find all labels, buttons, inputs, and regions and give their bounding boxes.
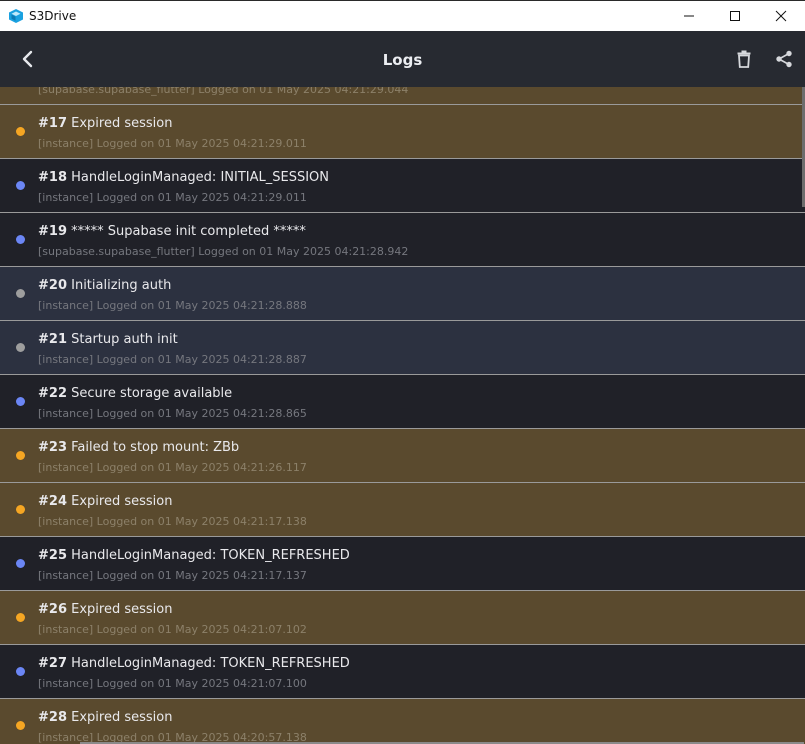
page-title: Logs — [382, 51, 423, 69]
app-bar: Logs — [0, 31, 805, 87]
log-level-dot-icon — [16, 289, 25, 298]
log-meta: [instance] Logged on 01 May 2025 04:21:0… — [38, 623, 307, 636]
log-row-partial[interactable]: [supabase.supabase_flutter] Logged on 01… — [0, 87, 805, 105]
log-level-dot-icon — [16, 235, 25, 244]
log-meta: [supabase.supabase_flutter] Logged on 01… — [38, 245, 409, 258]
log-text: HandleLoginManaged: TOKEN_REFRESHED — [71, 548, 350, 563]
trash-icon — [737, 50, 751, 68]
log-message: #21 Startup auth init — [38, 331, 178, 349]
log-message: #22 Secure storage available — [38, 385, 232, 403]
log-row[interactable]: #28 Expired session [instance] Logged on … — [0, 699, 805, 744]
minimize-icon — [684, 15, 694, 17]
log-row[interactable]: #22 Secure storage available [instance] L… — [0, 375, 805, 429]
maximize-icon — [730, 11, 740, 21]
log-row[interactable]: #25 HandleLoginManaged: TOKEN_REFRESHED [… — [0, 537, 805, 591]
log-meta: [instance] Logged on 01 May 2025 04:21:2… — [38, 461, 307, 474]
log-row[interactable]: #19 ***** Supabase init completed ***** [… — [0, 213, 805, 267]
log-level-dot-icon — [16, 559, 25, 568]
log-message: #17 Expired session — [38, 115, 172, 133]
log-level-dot-icon — [16, 343, 25, 352]
log-row[interactable]: #24 Expired session [instance] Logged on … — [0, 483, 805, 537]
log-message: #24 Expired session — [38, 493, 172, 511]
log-text: HandleLoginManaged: TOKEN_REFRESHED — [71, 656, 350, 671]
log-meta: [instance] Logged on 01 May 2025 04:21:2… — [38, 191, 307, 204]
log-number: #17 — [38, 116, 67, 131]
close-window-button[interactable] — [758, 1, 804, 31]
log-meta: [instance] Logged on 01 May 2025 04:21:2… — [38, 407, 307, 420]
share-icon — [776, 50, 792, 68]
log-number: #28 — [38, 710, 67, 725]
log-text: Expired session — [71, 710, 173, 725]
log-number: #19 — [38, 224, 67, 239]
share-logs-button[interactable] — [771, 46, 797, 72]
log-meta: [instance] Logged on 01 May 2025 04:21:1… — [38, 569, 307, 582]
log-message: #23 Failed to stop mount: ZBb — [38, 439, 239, 457]
log-message: #25 HandleLoginManaged: TOKEN_REFRESHED — [38, 547, 350, 565]
log-row[interactable]: #26 Expired session [instance] Logged on … — [0, 591, 805, 645]
window-titlebar: S3Drive — [0, 0, 805, 31]
log-level-dot-icon — [16, 721, 25, 730]
log-level-dot-icon — [16, 127, 25, 136]
log-text: Expired session — [71, 116, 173, 131]
log-number: #24 — [38, 494, 67, 509]
log-list[interactable]: [supabase.supabase_flutter] Logged on 01… — [0, 87, 805, 744]
log-text: Expired session — [71, 602, 173, 617]
log-level-dot-icon — [16, 397, 25, 406]
log-row[interactable]: #17 Expired session [instance] Logged on … — [0, 105, 805, 159]
log-text: Startup auth init — [71, 332, 178, 347]
log-number: #22 — [38, 386, 67, 401]
log-row[interactable]: #20 Initializing auth [instance] Logged o… — [0, 267, 805, 321]
maximize-button[interactable] — [712, 1, 758, 31]
log-row[interactable]: #21 Startup auth init [instance] Logged o… — [0, 321, 805, 375]
log-message: #26 Expired session — [38, 601, 172, 619]
log-text: HandleLoginManaged: INITIAL_SESSION — [71, 170, 330, 185]
log-message: #19 ***** Supabase init completed ***** — [38, 223, 306, 241]
s3drive-logo-icon — [9, 9, 23, 23]
log-number: #26 — [38, 602, 67, 617]
log-number: #23 — [38, 440, 67, 455]
log-row[interactable]: #18 HandleLoginManaged: INITIAL_SESSION [… — [0, 159, 805, 213]
delete-logs-button[interactable] — [731, 46, 757, 72]
log-meta: [instance] Logged on 01 May 2025 04:21:2… — [38, 299, 307, 312]
log-row[interactable]: #27 HandleLoginManaged: TOKEN_REFRESHED [… — [0, 645, 805, 699]
close-icon — [775, 10, 787, 22]
log-number: #18 — [38, 170, 67, 185]
log-text: ***** Supabase init completed ***** — [71, 224, 306, 239]
log-message: #27 HandleLoginManaged: TOKEN_REFRESHED — [38, 655, 350, 673]
window-title: S3Drive — [29, 9, 77, 23]
log-meta: [supabase.supabase_flutter] Logged on 01… — [38, 87, 409, 96]
log-message: #20 Initializing auth — [38, 277, 171, 295]
log-level-dot-icon — [16, 181, 25, 190]
log-level-dot-icon — [16, 451, 25, 460]
log-level-dot-icon — [16, 613, 25, 622]
log-level-dot-icon — [16, 667, 25, 676]
log-text: Secure storage available — [71, 386, 233, 401]
log-number: #20 — [38, 278, 67, 293]
log-meta: [instance] Logged on 01 May 2025 04:21:0… — [38, 677, 307, 690]
log-meta: [instance] Logged on 01 May 2025 04:21:1… — [38, 515, 307, 528]
log-text: Expired session — [71, 494, 173, 509]
log-meta: [instance] Logged on 01 May 2025 04:21:2… — [38, 353, 307, 366]
log-number: #25 — [38, 548, 67, 563]
log-meta: [instance] Logged on 01 May 2025 04:21:2… — [38, 137, 307, 150]
log-text: Initializing auth — [71, 278, 172, 293]
log-row[interactable]: #23 Failed to stop mount: ZBb [instance] … — [0, 429, 805, 483]
minimize-button[interactable] — [666, 1, 712, 31]
log-message: #18 HandleLoginManaged: INITIAL_SESSION — [38, 169, 329, 187]
log-text: Failed to stop mount: ZBb — [71, 440, 240, 455]
log-message: #28 Expired session — [38, 709, 172, 727]
log-level-dot-icon — [16, 505, 25, 514]
log-number: #21 — [38, 332, 67, 347]
log-number: #27 — [38, 656, 67, 671]
